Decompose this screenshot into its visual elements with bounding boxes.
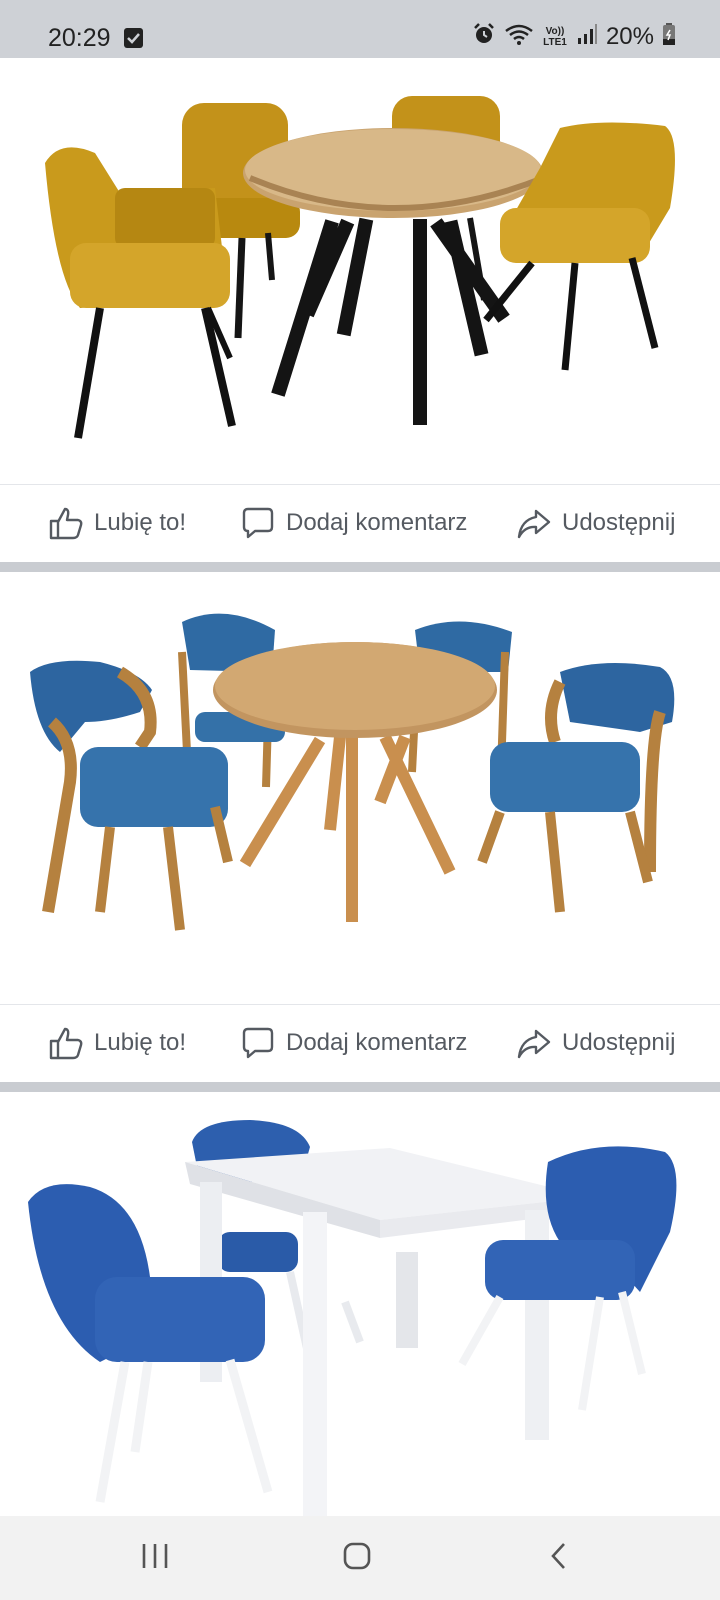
like-label: Lubię to! [94,509,187,536]
system-nav-bar [0,1516,720,1600]
comment-label: Dodaj komentarz [286,1029,468,1056]
like-icon [48,505,84,541]
comment-label: Dodaj komentarz [286,509,468,536]
status-time: 20:29 [48,24,111,52]
battery-percent: 20% [605,22,654,50]
dining-set-illustration-1 [45,96,675,439]
network-label: Vo)) LTE1 [543,25,567,48]
like-button[interactable]: Lubię to! [48,1005,186,1081]
comment-button[interactable]: Dodaj komentarz [240,485,467,561]
share-icon [516,505,552,541]
share-icon [516,1025,552,1061]
status-bar: 20:29 Vo)) LTE1 20% [0,0,720,58]
recents-icon [140,1542,170,1575]
post-separator [0,562,720,572]
battery-icon [662,22,676,51]
post-image-3[interactable] [0,1092,720,1516]
check-notification-icon [124,28,143,48]
chair-front-left [28,1184,273,1503]
comment-button[interactable]: Dodaj komentarz [240,1005,467,1081]
dining-set-illustration-3 [28,1120,677,1516]
recents-button[interactable] [110,1516,200,1600]
share-label: Udostępnij [562,509,676,536]
round-table-oak [243,128,545,425]
share-label: Udostępnij [562,1029,676,1056]
like-icon [48,1025,84,1061]
home-button[interactable] [312,1516,402,1600]
home-icon [342,1541,372,1576]
like-label: Lubię to! [94,1029,187,1056]
post-image-1[interactable] [0,58,720,484]
comment-icon [240,505,276,541]
back-icon [549,1541,569,1576]
share-button[interactable]: Udostępnij [516,1005,675,1081]
status-icons: Vo)) LTE1 20% [472,22,676,51]
chair-front-left [45,147,236,439]
round-table-oak [213,642,497,922]
like-button[interactable]: Lubię to! [48,485,186,561]
chair-front-right [477,663,675,913]
comment-icon [240,1025,276,1061]
alarm-icon [472,22,496,51]
wifi-icon [504,22,534,51]
post-separator [0,1082,720,1092]
chair-front-left [30,660,233,931]
share-button[interactable]: Udostępnij [516,485,675,561]
signal-icon [576,23,598,50]
post-image-2[interactable] [0,572,720,1004]
post-actions-2: Lubię to! Dodaj komentarz Udostępnij [0,1004,720,1080]
back-button[interactable] [514,1516,604,1600]
dining-set-illustration-2 [30,613,675,931]
post-actions-1: Lubię to! Dodaj komentarz Udostępnij [0,484,720,560]
